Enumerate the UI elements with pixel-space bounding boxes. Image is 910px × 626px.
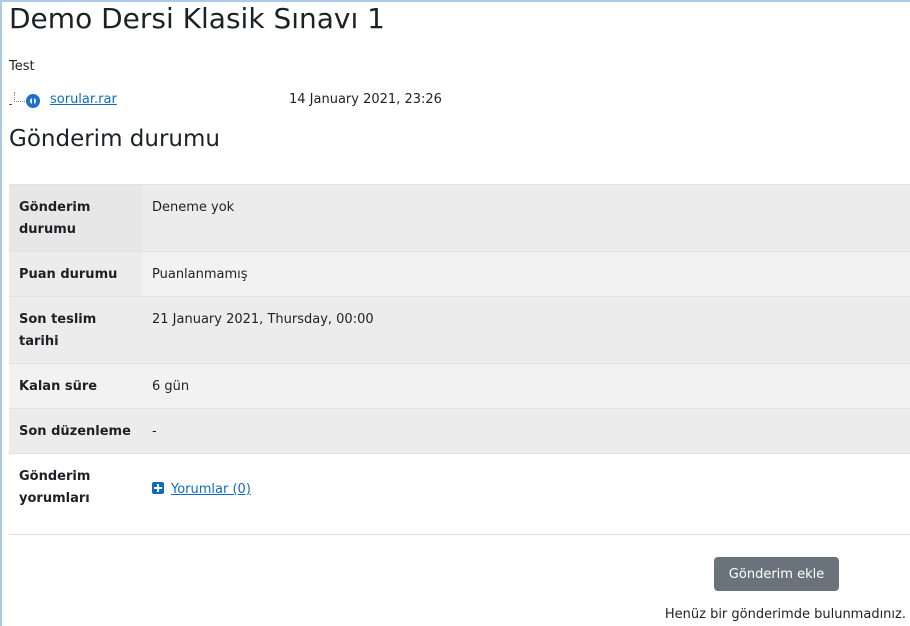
intro-text: Test (9, 59, 35, 74)
table-row: Puan durumu Puanlanmamış (9, 251, 910, 297)
table-row: Gönderim durumu Deneme yok (9, 184, 910, 252)
expand-plus-icon[interactable] (152, 482, 164, 494)
comments-link[interactable]: Yorumlar (0) (171, 482, 251, 497)
submission-status-heading: Gönderim durumu (9, 126, 220, 152)
row-value: Yorumlar (0) (142, 453, 910, 535)
row-label: Puan durumu (9, 251, 142, 297)
row-value: 6 gün (142, 363, 910, 409)
row-value: - (142, 408, 910, 454)
file-icon (26, 94, 40, 108)
table-row: Son düzenleme - (9, 408, 910, 454)
row-label: Kalan süre (9, 363, 142, 409)
attachment-link[interactable]: sorular.rar (50, 92, 117, 107)
row-label: Gönderim yorumları (9, 453, 142, 535)
table-row: Gönderim yorumları Yorumlar (0) (9, 453, 910, 535)
row-value: 21 January 2021, Thursday, 00:00 (142, 296, 910, 364)
page-title: Demo Dersi Klasik Sınavı 1 (9, 2, 385, 35)
row-label: Son düzenleme (9, 408, 142, 454)
attachment-date: 14 January 2021, 23:26 (289, 92, 442, 107)
row-value: Deneme yok (142, 184, 910, 252)
table-row: Kalan süre 6 gün (9, 363, 910, 409)
left-border (0, 0, 2, 626)
submission-status-table: Gönderim durumu Deneme yok Puan durumu P… (9, 184, 910, 535)
add-submission-button[interactable]: Gönderim ekle (714, 557, 839, 591)
tree-tick (9, 104, 12, 105)
row-value: Puanlanmamış (142, 251, 910, 297)
no-submission-note: Henüz bir gönderimde bulunmadınız. (664, 607, 906, 622)
attachment-row: sorular.rar 14 January 2021, 23:26 (9, 90, 609, 112)
comments-toggle[interactable]: Yorumlar (0) (152, 479, 251, 501)
row-label: Gönderim durumu (9, 184, 142, 252)
row-label: Son teslim tarihi (9, 296, 142, 364)
table-row: Son teslim tarihi 21 January 2021, Thurs… (9, 296, 910, 364)
